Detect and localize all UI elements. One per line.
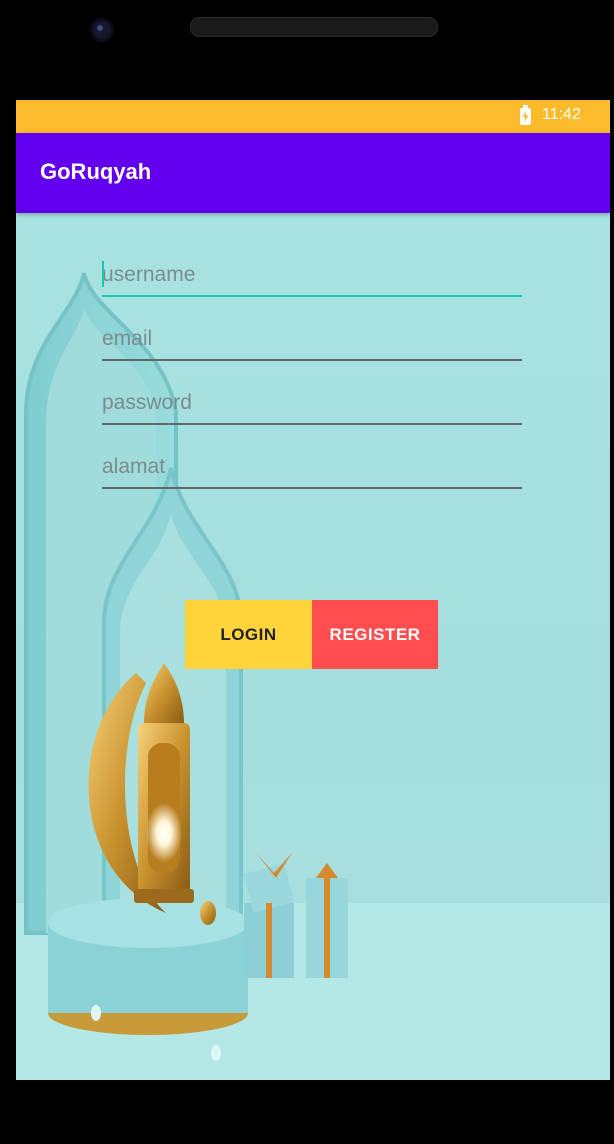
status-time: 11:42 — [542, 106, 581, 123]
device-screen: 11:42 GoRuqyah username email alamat LOG… — [16, 100, 610, 1080]
device-top-bezel — [0, 0, 614, 100]
email-field[interactable] — [102, 321, 522, 361]
device-bottom-bezel — [0, 1080, 614, 1144]
app-title: GoRuqyah — [40, 159, 152, 184]
front-camera — [90, 18, 114, 42]
password-input[interactable] — [102, 385, 522, 421]
username-underline — [102, 295, 522, 297]
battery-charging-icon — [520, 105, 531, 125]
login-button[interactable]: LOGIN — [185, 600, 312, 669]
email-input[interactable] — [102, 321, 522, 357]
alamat-underline — [102, 487, 522, 489]
email-underline — [102, 359, 522, 361]
password-underline — [102, 423, 522, 425]
text-cursor — [102, 261, 104, 287]
alamat-field[interactable] — [102, 449, 522, 489]
alamat-input[interactable] — [102, 449, 522, 485]
status-bar: 11:42 — [16, 100, 610, 133]
username-field[interactable] — [102, 257, 522, 297]
register-button[interactable]: REGISTER — [312, 600, 438, 669]
earpiece-speaker — [190, 17, 438, 37]
password-field[interactable] — [102, 385, 522, 425]
app-bar: GoRuqyah — [16, 133, 610, 213]
username-input[interactable] — [102, 257, 522, 293]
login-screen: LOGIN REGISTER — [16, 213, 610, 1080]
